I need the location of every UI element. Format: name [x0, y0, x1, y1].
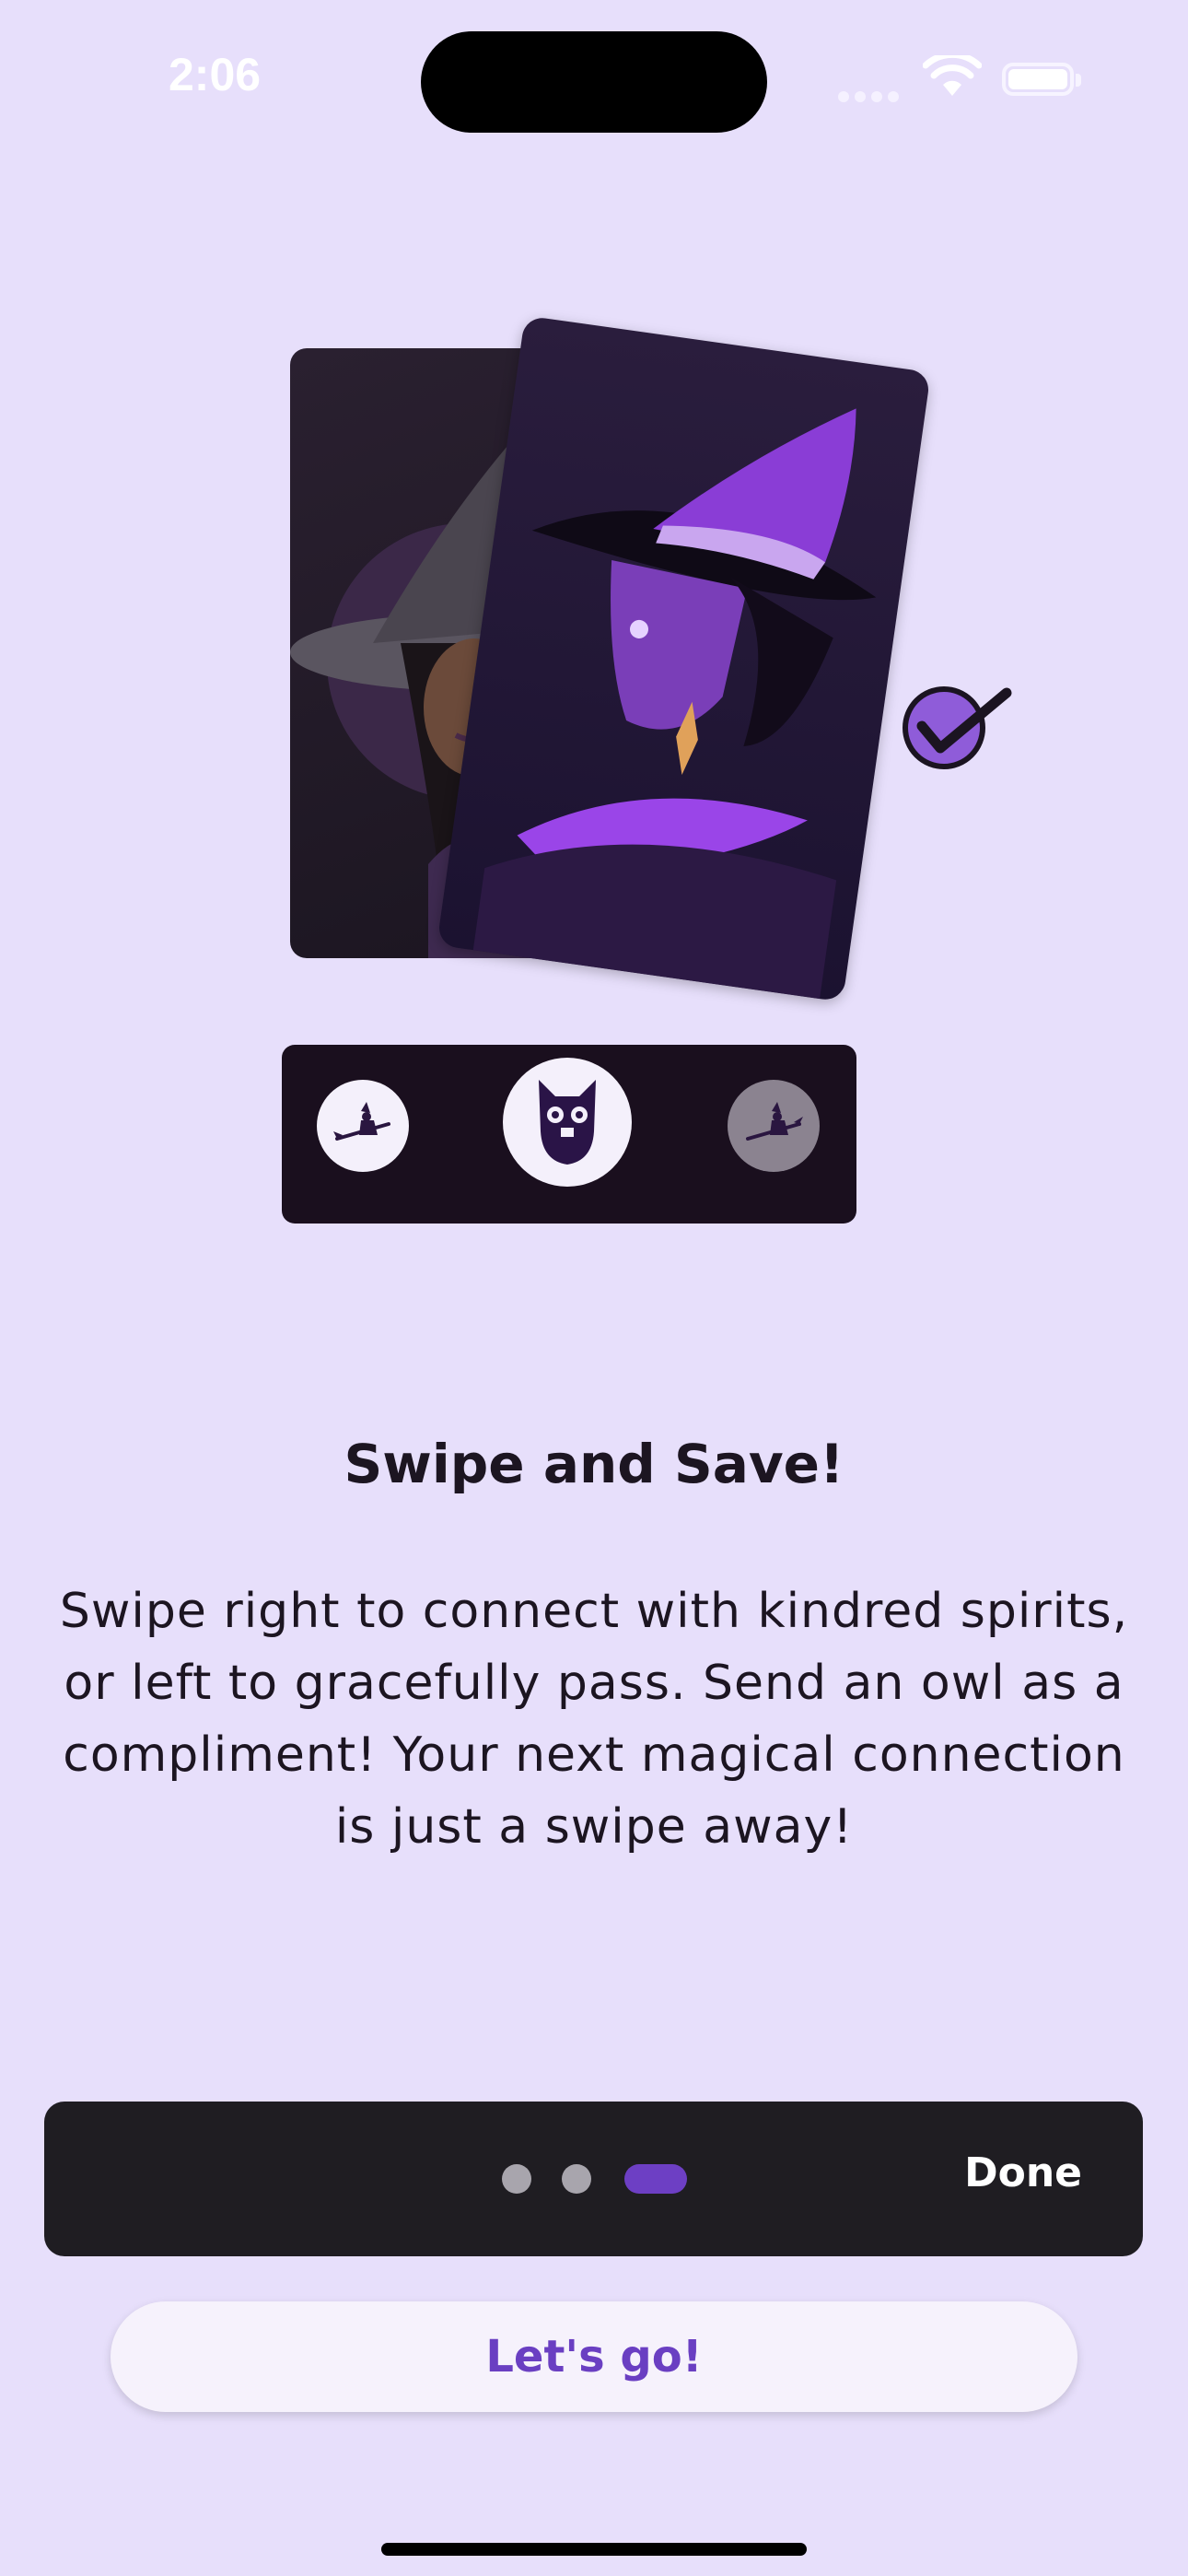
- status-time: 2:06: [169, 49, 262, 100]
- checkmark-icon: [903, 686, 1012, 769]
- cellular-signal-icon: [838, 88, 904, 106]
- status-icons: [838, 55, 1087, 102]
- page-indicator-dot-3-active[interactable]: [624, 2164, 687, 2194]
- onboarding-description: Swipe right to connect with kindred spir…: [59, 1584, 1129, 1855]
- wifi-icon: [923, 55, 982, 96]
- done-button[interactable]: Done: [964, 2149, 1082, 2196]
- battery-icon: [1002, 63, 1074, 96]
- witch-on-broom-icon: [746, 1102, 803, 1141]
- pass-button[interactable]: [317, 1080, 409, 1172]
- lets-go-button[interactable]: Let's go!: [111, 2301, 1077, 2412]
- send-owl-button[interactable]: [503, 1058, 632, 1187]
- dynamic-island: [421, 31, 767, 133]
- onboarding-pager-bar: Done: [44, 2102, 1143, 2256]
- illustration-front-card: [437, 315, 931, 1002]
- witch-on-broom-icon: [333, 1102, 390, 1141]
- page-indicator-dot-1[interactable]: [502, 2164, 531, 2194]
- witch-portrait-purple-icon: [472, 408, 877, 1000]
- home-indicator[interactable]: [381, 2543, 807, 2556]
- onboarding-title: Swipe and Save!: [344, 1433, 844, 1495]
- page-indicator-dot-2[interactable]: [562, 2164, 591, 2194]
- owl-icon: [539, 1080, 596, 1165]
- swipe-action-bar: [282, 1045, 856, 1224]
- like-button[interactable]: [728, 1080, 820, 1172]
